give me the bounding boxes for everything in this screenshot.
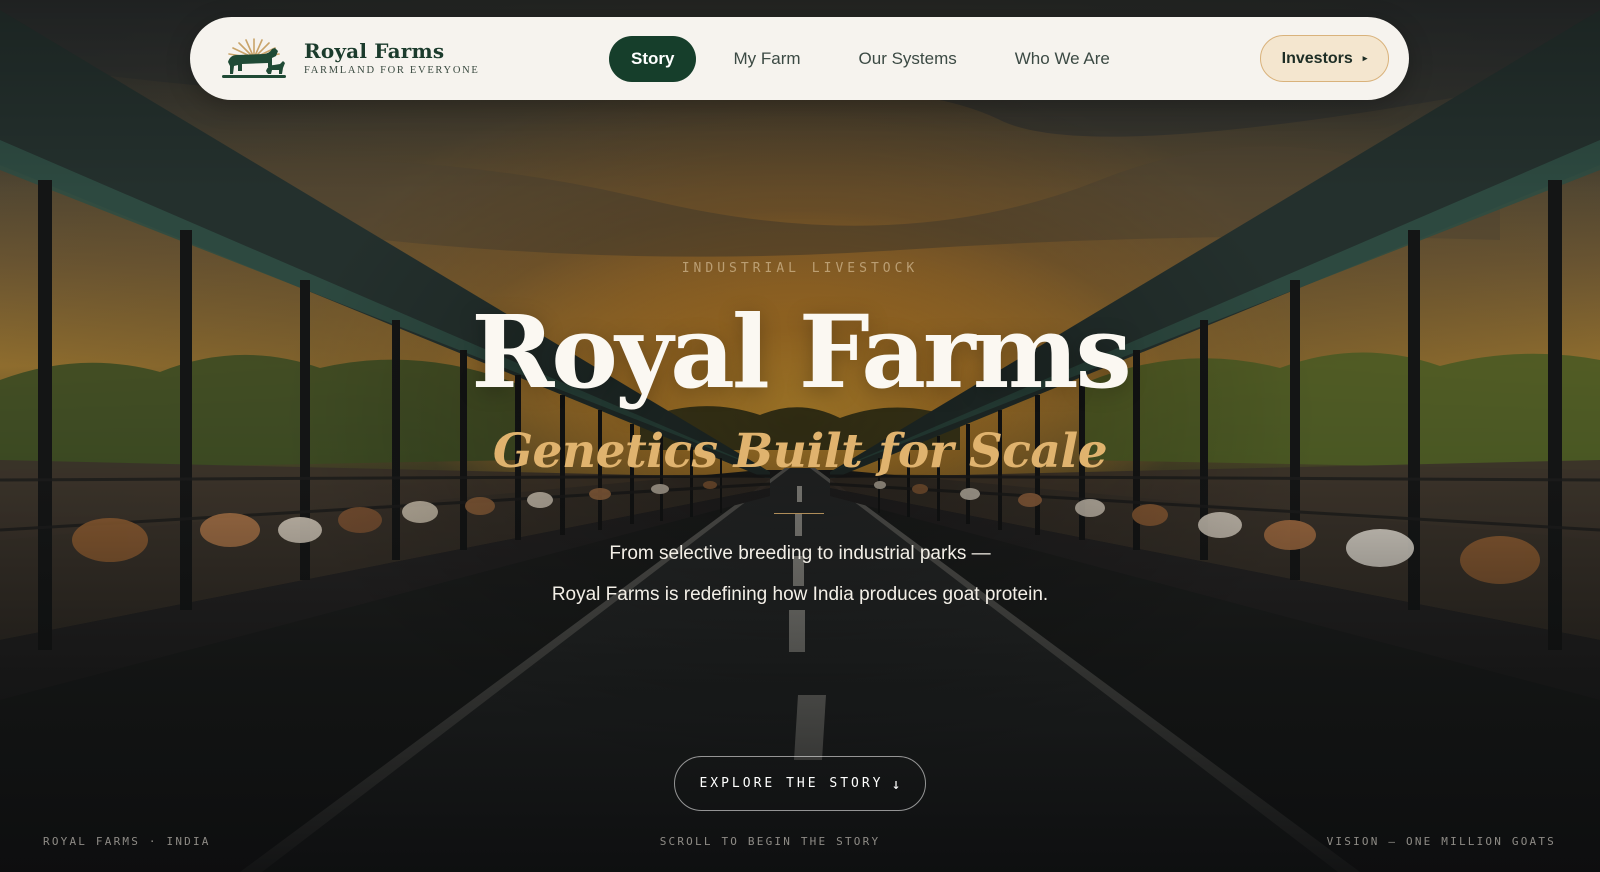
hero-description-line-2: Royal Farms is redefining how India prod… bbox=[551, 584, 1049, 605]
top-navigation-bar: Royal Farms FARMLAND FOR EVERYONE Story … bbox=[190, 17, 1409, 100]
explore-the-story-button[interactable]: EXPLORE THE STORY ↓ bbox=[674, 756, 926, 811]
hero-eyebrow: INDUSTRIAL LIVESTOCK bbox=[681, 261, 919, 276]
hero-description-line-1: From selective breeding to industrial pa… bbox=[609, 543, 991, 564]
investors-button-label: Investors bbox=[1281, 49, 1353, 67]
brand-tagline: FARMLAND FOR EVERYONE bbox=[304, 65, 480, 76]
nav-link-my-farm[interactable]: My Farm bbox=[712, 36, 821, 82]
hero-divider bbox=[774, 513, 824, 514]
caret-right-icon: ▸ bbox=[1362, 53, 1368, 63]
hero-subtitle: Genetics Built for Scale bbox=[492, 424, 1108, 479]
investors-button[interactable]: Investors ▸ bbox=[1260, 35, 1389, 82]
primary-nav-links: Story My Farm Our Systems Who We Are bbox=[609, 36, 1147, 82]
hero-title: Royal Farms bbox=[471, 293, 1132, 411]
sunrise-cow-goat-logo-icon bbox=[222, 38, 286, 78]
brand-home-link[interactable]: Royal Farms FARMLAND FOR EVERYONE bbox=[220, 29, 480, 89]
nav-link-who-we-are[interactable]: Who We Are bbox=[994, 36, 1131, 82]
scroll-hint: SCROLL TO BEGIN THE STORY bbox=[659, 835, 881, 848]
explore-button-label: EXPLORE THE STORY bbox=[699, 776, 884, 791]
nav-link-story[interactable]: Story bbox=[609, 36, 697, 82]
brand-name: Royal Farms bbox=[304, 39, 445, 63]
arrow-down-icon: ↓ bbox=[891, 774, 901, 793]
footer-vision-label: VISION — ONE MILLION GOATS bbox=[1326, 835, 1556, 848]
nav-link-our-systems[interactable]: Our Systems bbox=[838, 36, 978, 82]
